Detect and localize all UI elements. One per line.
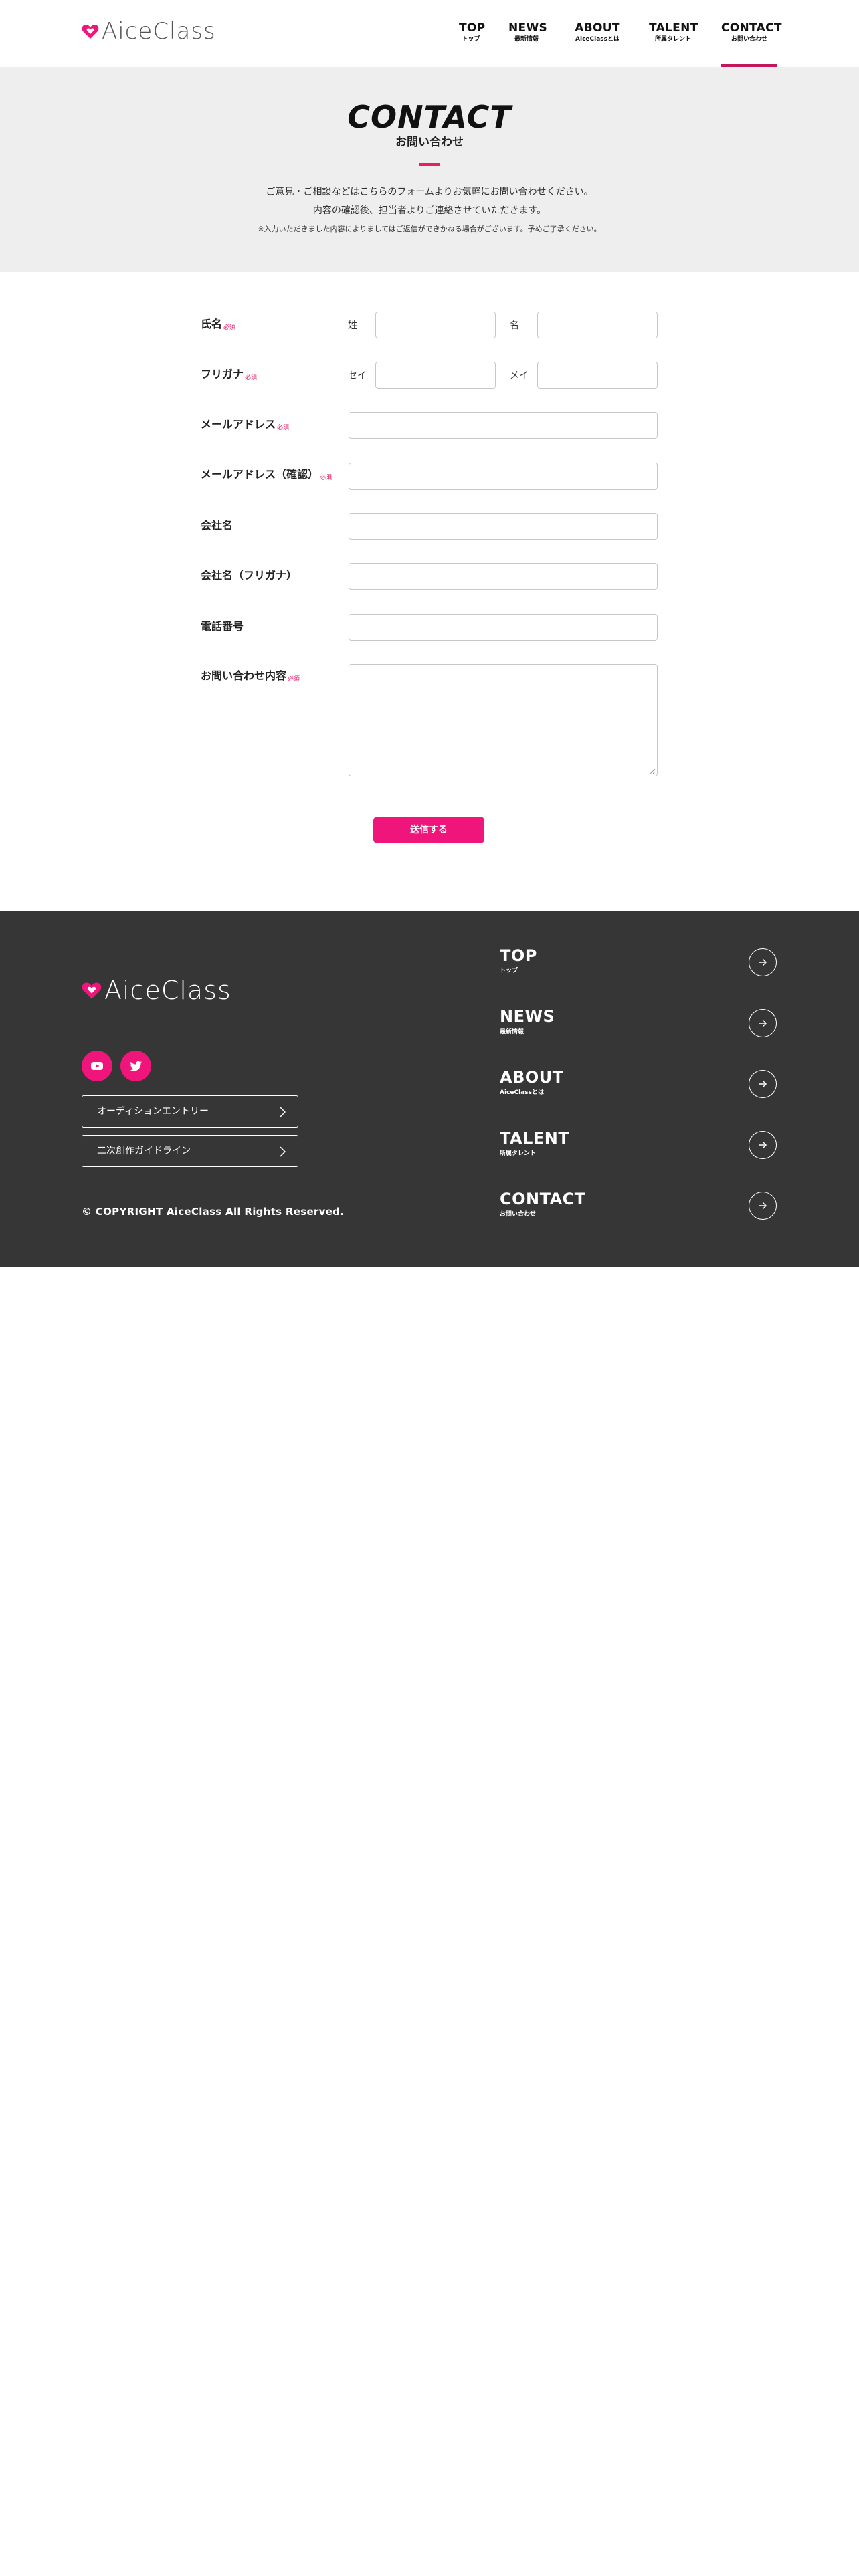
footer-logo[interactable]: AiceClass	[82, 978, 231, 1003]
nav-label: ABOUT	[575, 21, 620, 35]
footer-nav-sublabel: トップ	[500, 968, 518, 974]
title-underline	[419, 163, 440, 166]
last-name-input[interactable]	[375, 312, 496, 338]
heart-logo-icon	[82, 982, 102, 999]
footer-nav-label: TOP	[500, 946, 537, 965]
page-subtitle: お問い合わせ	[395, 136, 464, 149]
footer-nav-top[interactable]: TOP トップ	[500, 946, 777, 986]
phone-label-text: 電話番号	[201, 620, 244, 633]
nav-contact[interactable]: CONTACT お問い合わせ	[721, 21, 782, 67]
nav-talent[interactable]: TALENT 所属タレント	[649, 21, 698, 43]
nav-sublabel: お問い合わせ	[731, 36, 767, 43]
company-label-text: 会社名	[201, 519, 233, 532]
email-confirm-input[interactable]	[349, 463, 658, 490]
footer-nav-talent[interactable]: TALENT 所属タレント	[500, 1128, 777, 1168]
footer-logo-wordmark: AiceClass	[104, 976, 231, 1005]
audition-entry-label: オーディションエントリー	[97, 1106, 209, 1117]
footer-nav-sublabel: 最新情報	[500, 1029, 524, 1035]
intro-text-2: 内容の確認後、担当者よりご連絡させていただきます。	[312, 205, 547, 216]
first-name-input[interactable]	[537, 312, 658, 338]
company-kana-label-text: 会社名（フリガナ）	[201, 569, 298, 582]
nav-about[interactable]: ABOUT AiceClassとは	[569, 21, 626, 43]
page-title: CONTACT	[347, 99, 512, 135]
fan-work-guideline-button[interactable]: 二次創作ガイドライン	[82, 1135, 298, 1167]
required-badge: 必須	[277, 425, 290, 431]
name-label: 氏名 必須	[201, 318, 235, 334]
nav-sublabel: 所属タレント	[654, 36, 691, 43]
email-confirm-label: メールアドレス（確認） 必須	[201, 468, 332, 485]
company-label: 会社名	[201, 519, 233, 532]
first-name-sublabel: 名	[510, 320, 519, 331]
footer-nav-label: ABOUT	[500, 1068, 564, 1087]
last-name-sublabel: 姓	[348, 320, 357, 331]
footer-nav-about[interactable]: ABOUT AiceClassとは	[500, 1067, 777, 1107]
arrow-right-circle-icon	[749, 948, 777, 976]
arrow-right-circle-icon	[749, 1131, 777, 1159]
company-input[interactable]	[349, 513, 658, 540]
nav-sublabel: AiceClassとは	[575, 36, 619, 43]
nav-sublabel: 最新情報	[514, 36, 539, 43]
site-footer: AiceClass オーディションエントリー 二次創作ガイドライン © COPY…	[0, 911, 859, 1267]
twitter-icon	[130, 1061, 142, 1071]
required-badge: 必須	[223, 324, 236, 331]
nav-label: TOP	[459, 21, 486, 35]
fan-work-guideline-label: 二次創作ガイドライン	[97, 1146, 191, 1156]
footer-nav-sublabel: AiceClassとは	[500, 1089, 544, 1096]
required-badge: 必須	[320, 475, 332, 481]
arrow-right-circle-icon	[749, 1070, 777, 1098]
site-header: AiceClass TOP トップ NEWS 最新情報 ABOUT AiceCl…	[0, 0, 859, 67]
phone-input[interactable]	[349, 614, 658, 641]
footer-nav-label: TALENT	[500, 1129, 570, 1148]
email-input[interactable]	[349, 412, 658, 439]
footer-nav-contact[interactable]: CONTACT お問い合わせ	[500, 1189, 777, 1229]
nav-label: CONTACT	[721, 21, 782, 35]
resize-handle-icon[interactable]	[649, 768, 656, 774]
footer-nav-sublabel: お問い合わせ	[500, 1211, 537, 1218]
nav-top[interactable]: TOP トップ	[459, 21, 486, 43]
audition-entry-button[interactable]: オーディションエントリー	[82, 1095, 298, 1128]
footer-nav-news[interactable]: NEWS 最新情報	[500, 1006, 777, 1047]
email-confirm-label-text: メールアドレス（確認）	[201, 468, 319, 481]
message-label: お問い合わせ内容 必須	[201, 669, 300, 686]
message-label-text: お問い合わせ内容	[201, 669, 287, 682]
required-badge: 必須	[288, 676, 300, 683]
footer-nav-label: CONTACT	[500, 1190, 586, 1208]
kana-label: フリガナ 必須	[201, 368, 257, 385]
name-label-text: 氏名	[201, 318, 223, 330]
company-kana-input[interactable]	[349, 563, 658, 590]
nav-news[interactable]: NEWS 最新情報	[508, 21, 548, 43]
required-badge: 必須	[245, 374, 258, 381]
message-textarea[interactable]	[349, 664, 658, 776]
copyright: © COPYRIGHT AiceClass All Rights Reserve…	[82, 1206, 345, 1218]
intro-text-1: ご意見・ご相談などはこちらのフォームよりお気軽にお問い合わせください。	[266, 187, 593, 197]
last-kana-sublabel: セイ	[348, 370, 367, 381]
arrow-right-circle-icon	[749, 1009, 777, 1037]
chevron-right-icon	[280, 1107, 286, 1117]
footer-nav-label: NEWS	[500, 1007, 555, 1026]
nav-label: TALENT	[649, 21, 698, 35]
page-hero: CONTACT お問い合わせ ご意見・ご相談などはこちらのフォームよりお気軽にお…	[0, 67, 859, 272]
chevron-right-icon	[280, 1146, 286, 1157]
submit-button[interactable]: 送信する	[373, 817, 484, 843]
phone-label: 電話番号	[201, 620, 244, 633]
first-kana-input[interactable]	[537, 362, 658, 389]
nav-sublabel: トップ	[462, 36, 480, 43]
intro-note: ※入力いただきました内容によりましてはご返信ができかねる場合がございます。予めご…	[258, 225, 601, 233]
arrow-right-circle-icon	[749, 1192, 777, 1220]
nav-label: NEWS	[508, 21, 548, 35]
kana-label-text: フリガナ	[201, 368, 244, 381]
main-nav: TOP トップ NEWS 最新情報 ABOUT AiceClassとは TALE…	[0, 21, 859, 67]
first-kana-sublabel: メイ	[510, 370, 529, 381]
last-kana-input[interactable]	[375, 362, 496, 389]
youtube-link[interactable]	[82, 1051, 112, 1081]
youtube-icon	[91, 1062, 103, 1070]
email-label: メールアドレス 必須	[201, 418, 289, 435]
twitter-link[interactable]	[120, 1051, 151, 1081]
footer-nav-sublabel: 所属タレント	[500, 1150, 537, 1157]
email-label-text: メールアドレス	[201, 418, 276, 431]
company-kana-label: 会社名（フリガナ）	[201, 569, 297, 582]
